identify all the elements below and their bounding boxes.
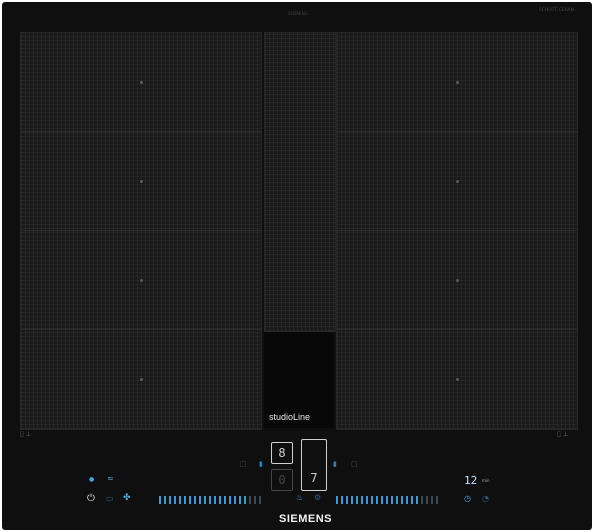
glass-brand-text: SCHOTT CERAN [538, 8, 574, 13]
left-zone-3 [21, 231, 261, 330]
zone-display-left[interactable]: 8 [271, 442, 293, 464]
right-zone-2 [337, 132, 577, 231]
right-zone-1 [337, 33, 577, 132]
power-icon[interactable]: ⏻ [87, 493, 95, 504]
center-zone [264, 32, 336, 332]
cooktop-panel: SIEMENS SCHOTT CERAN studioLine ▯ ⟂ ▯ ⟂ … [2, 2, 592, 530]
series-label: studioLine [269, 412, 311, 422]
zone-marker [139, 179, 143, 183]
zone-marker [455, 179, 459, 183]
left-zone-4 [21, 330, 261, 428]
timer-unit: min [482, 478, 490, 483]
zone-display-center-top[interactable]: 0 [271, 469, 293, 491]
left-indicator-icon: ▮ [259, 460, 263, 468]
right-zone-symbol-icon: ▯ ⟂ [557, 430, 568, 438]
zone-display-center-right[interactable]: 7 [301, 439, 327, 491]
left-power-slider[interactable] [159, 495, 261, 505]
left-zone-symbol-icon: ▯ ⟂ [20, 430, 31, 438]
right-zone-4 [337, 330, 577, 428]
fan-icon[interactable]: ✤ [123, 493, 131, 503]
zone-marker [139, 80, 143, 84]
zone-marker [455, 80, 459, 84]
brand-logo: SIEMENS [279, 513, 333, 525]
right-indicator-icon: ▮ [333, 460, 337, 468]
left-combine-icon[interactable]: □ [240, 460, 247, 468]
status-dot-icon: ● [89, 476, 95, 483]
alarm-icon[interactable]: ◔ [482, 494, 489, 503]
left-zone-1 [21, 33, 261, 132]
zone-marker [139, 278, 143, 282]
right-flex-zone [336, 32, 578, 430]
settings-icon[interactable]: ⚙ [314, 493, 321, 502]
timer-display: 12 [464, 474, 478, 487]
right-power-slider[interactable] [336, 495, 438, 505]
timer-icon[interactable]: ◷ [464, 494, 471, 503]
right-combine-icon[interactable]: □ [351, 460, 358, 468]
left-zone-2 [21, 132, 261, 231]
zone-marker [455, 377, 459, 381]
top-brand-text: SIEMENS [288, 11, 308, 16]
lock-icon[interactable]: ▭ [106, 494, 114, 503]
right-zone-3 [337, 231, 577, 330]
zone-marker [455, 278, 459, 282]
left-flex-zone [20, 32, 262, 430]
wifi-icon[interactable]: ≈ [107, 474, 114, 483]
keep-warm-icon[interactable]: ♨ [296, 493, 303, 502]
zone-marker [139, 377, 143, 381]
